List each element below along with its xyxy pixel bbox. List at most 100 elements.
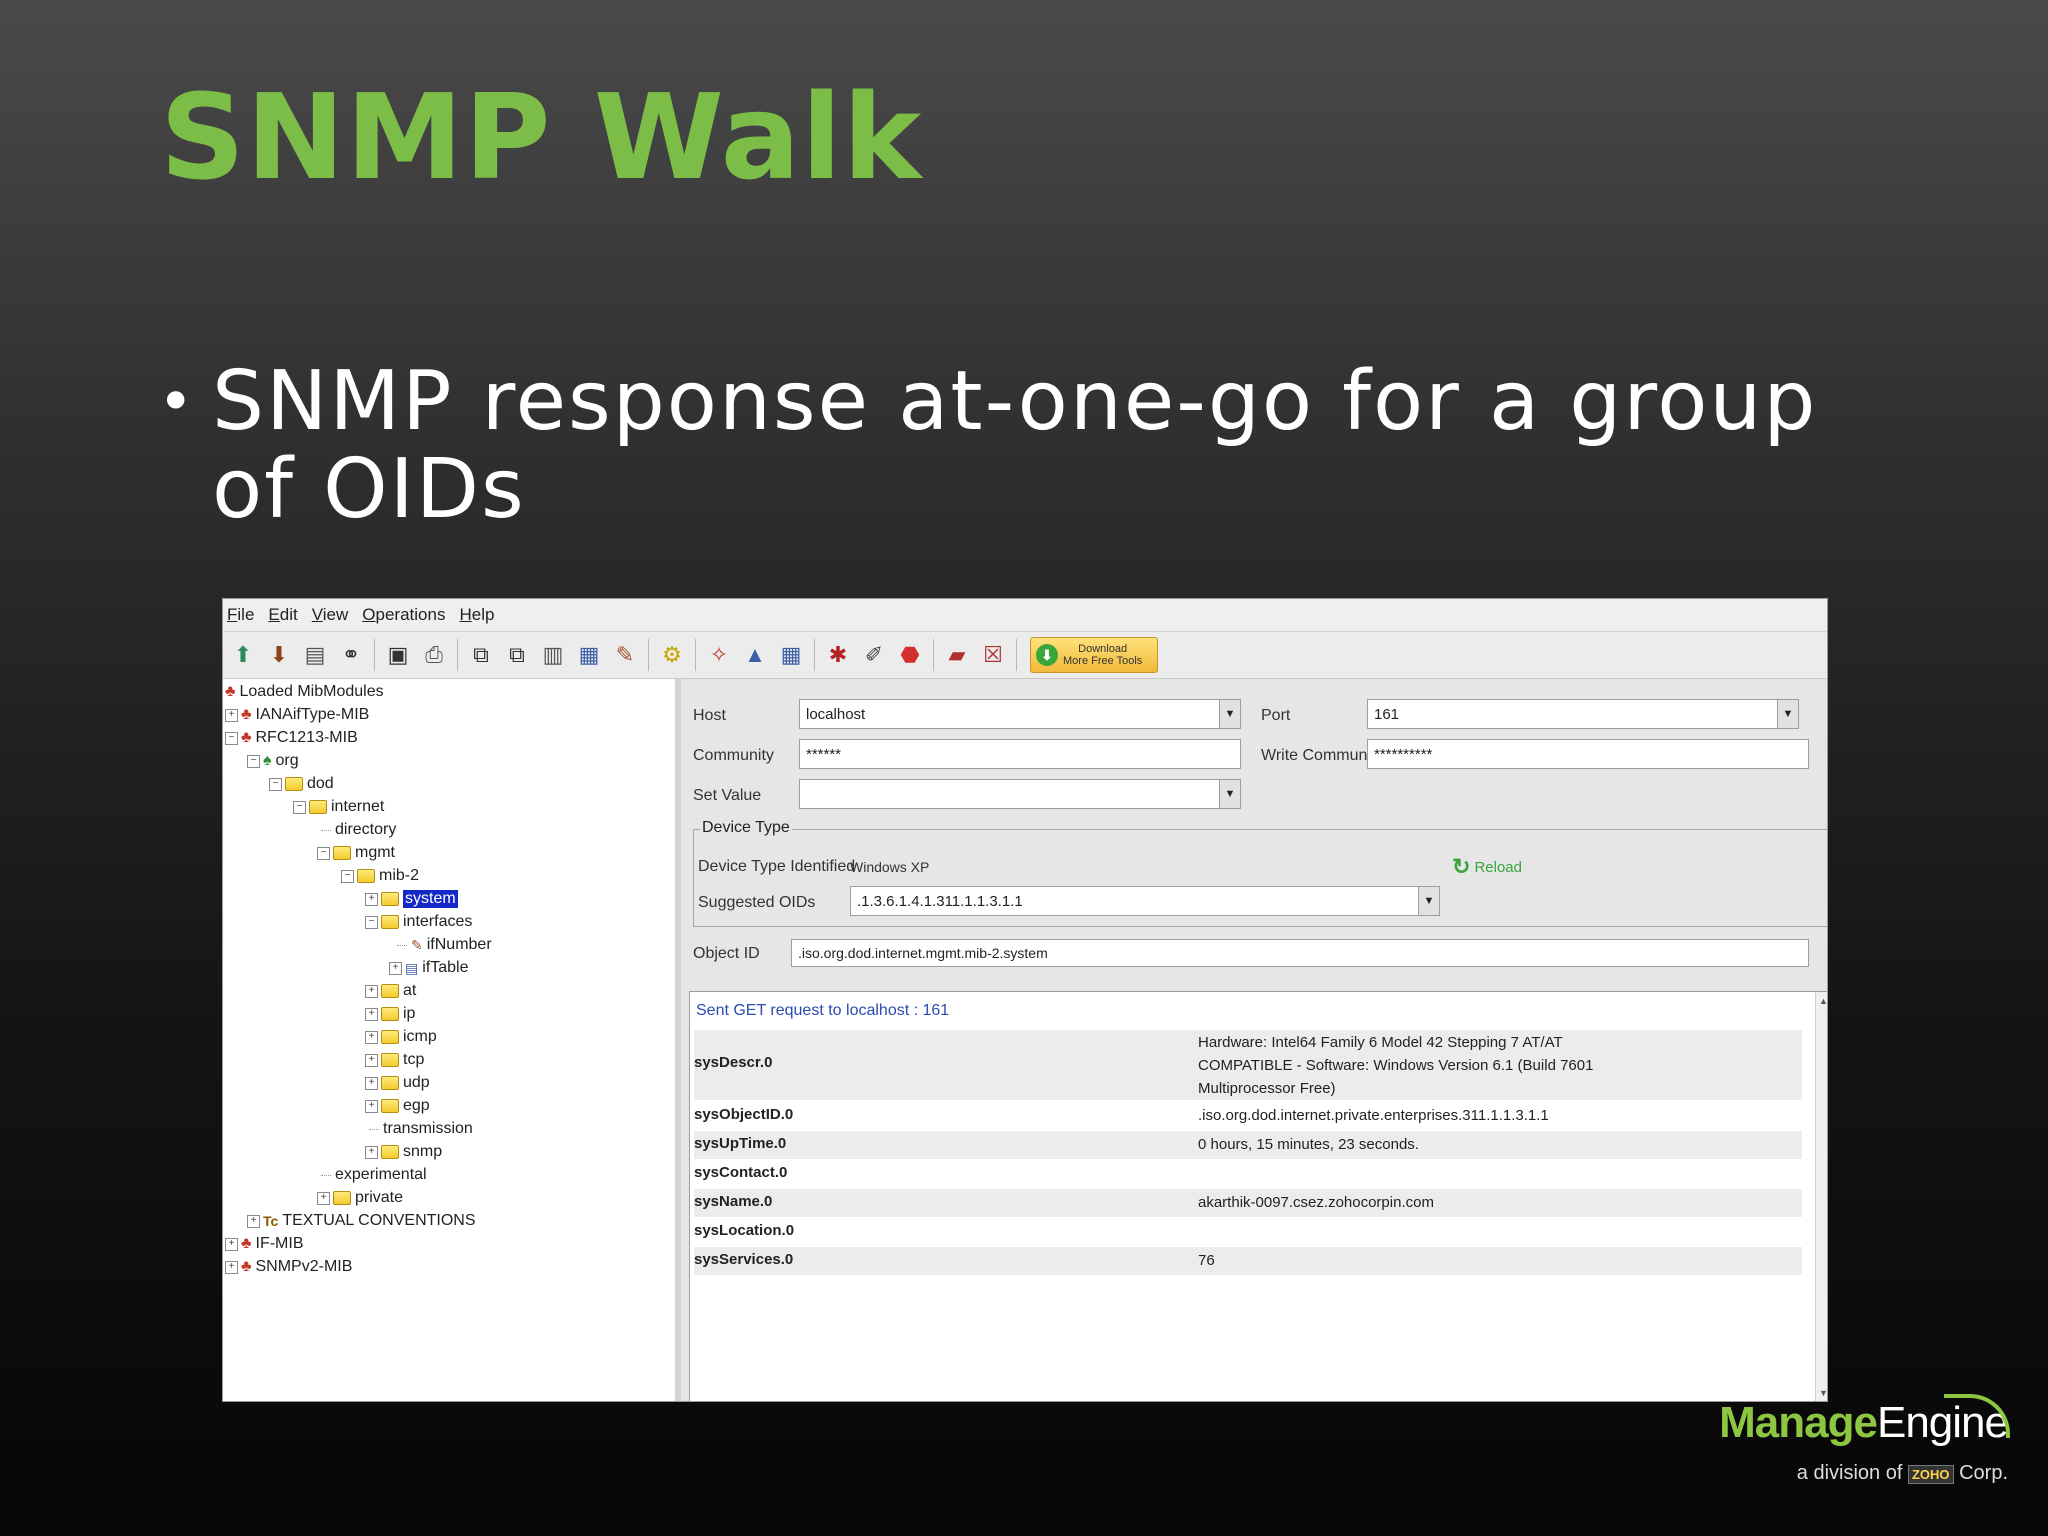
suggested-oids-combo[interactable]: .1.3.6.1.4.1.311.1.1.3.1.1 ▼ xyxy=(850,886,1440,916)
textual-convention-icon: Tc xyxy=(263,1213,279,1229)
menu-edit[interactable]: Edit xyxy=(268,605,297,625)
get-next-icon[interactable]: ⧉ xyxy=(502,640,532,670)
collapse-icon[interactable]: − xyxy=(293,800,306,814)
query-icon[interactable]: ✧ xyxy=(704,640,734,670)
find-icon[interactable]: ⚭ xyxy=(336,640,366,670)
tree-item-internet[interactable]: − internet xyxy=(293,796,384,818)
tree-item-transmission[interactable]: transmission xyxy=(369,1118,473,1140)
tree-item-dod[interactable]: − dod xyxy=(269,773,334,795)
tree-item-snmp[interactable]: + snmp xyxy=(365,1141,442,1163)
scroll-up-icon[interactable]: ▲ xyxy=(1819,996,1827,1006)
tree-item-directory[interactable]: directory xyxy=(321,819,396,841)
tree-item-rfc1213-mib[interactable]: − ♣ RFC1213-MIB xyxy=(225,727,358,749)
tree-item-iftable[interactable]: + ▤ ifTable xyxy=(389,957,468,979)
tree-item-ianaiftype-mib[interactable]: + ♣ IANAifType-MIB xyxy=(225,704,369,726)
tree-item-org[interactable]: − ♠ org xyxy=(247,750,299,772)
download-free-tools-button[interactable]: ⬇ Download More Free Tools xyxy=(1030,637,1158,673)
scroll-down-icon[interactable]: ▼ xyxy=(1819,1388,1827,1398)
tree-item-label: at xyxy=(403,982,417,999)
tree-item-snmpv2-mib[interactable]: + ♣ SNMPv2-MIB xyxy=(225,1256,352,1278)
host-combo[interactable]: localhost ▼ xyxy=(799,699,1241,729)
print-icon[interactable]: ⎙ xyxy=(419,640,449,670)
tree-item-if-mib[interactable]: + ♣ IF-MIB xyxy=(225,1233,304,1255)
results-scrollbar[interactable]: ▲ ▼ xyxy=(1815,992,1827,1401)
port-combo[interactable]: 161 ▼ xyxy=(1367,699,1799,729)
tree-item-mib-2[interactable]: − mib-2 xyxy=(341,865,419,887)
brand-manage: Manage xyxy=(1719,1398,1878,1447)
tree-item-icmp[interactable]: + icmp xyxy=(365,1026,437,1048)
request-panel: Host localhost ▼ Port 161 ▼ Community **… xyxy=(681,679,1827,1401)
expand-icon[interactable]: + xyxy=(365,1053,378,1067)
help-book-icon[interactable]: ▰ xyxy=(942,640,972,670)
expand-icon[interactable]: + xyxy=(365,984,378,998)
tree-item-udp[interactable]: + udp xyxy=(365,1072,430,1094)
exit-icon[interactable]: ☒ xyxy=(978,640,1008,670)
set-value-combo[interactable]: ▼ xyxy=(799,779,1241,809)
expand-icon[interactable]: + xyxy=(365,1099,378,1113)
result-key: sysLocation.0 xyxy=(694,1222,795,1239)
menu-help[interactable]: Help xyxy=(459,605,494,625)
expand-icon[interactable]: + xyxy=(225,708,238,722)
tree-item-egp[interactable]: + egp xyxy=(365,1095,430,1117)
suggested-oids-value: .1.3.6.1.4.1.311.1.1.3.1.1 xyxy=(857,892,1023,910)
unload-mib-icon[interactable]: ⬇ xyxy=(264,640,294,670)
menu-file[interactable]: File xyxy=(227,605,254,625)
expand-icon[interactable]: + xyxy=(365,1076,378,1090)
collapse-icon[interactable]: − xyxy=(317,846,330,860)
edit-icon[interactable]: ✐ xyxy=(859,640,889,670)
tree-item-ip[interactable]: + ip xyxy=(365,1003,415,1025)
tree-item-mgmt[interactable]: − mgmt xyxy=(317,842,395,864)
set-icon[interactable]: ▦ xyxy=(574,640,604,670)
tree-root[interactable]: ♣ Loaded MibModules xyxy=(225,681,384,703)
collapse-icon[interactable]: − xyxy=(247,754,260,768)
collapse-icon[interactable]: − xyxy=(365,915,378,929)
stop-icon[interactable]: ⬣ xyxy=(895,640,925,670)
load-mib-icon[interactable]: ⬆ xyxy=(228,640,258,670)
collapse-icon[interactable]: − xyxy=(341,869,354,883)
tree-item-tcp[interactable]: + tcp xyxy=(365,1049,424,1071)
debug-icon[interactable]: ✱ xyxy=(823,640,853,670)
line-graph-icon[interactable]: ▲ xyxy=(740,640,770,670)
expand-icon[interactable]: + xyxy=(247,1214,260,1228)
community-field[interactable]: ****** xyxy=(799,739,1241,769)
collapse-icon[interactable]: − xyxy=(269,777,282,791)
host-label: Host xyxy=(693,707,726,724)
toolbar-separator xyxy=(374,639,375,671)
menu-operations[interactable]: Operations xyxy=(362,605,445,625)
mib-properties-icon[interactable]: ▤ xyxy=(300,640,330,670)
tree-item-interfaces[interactable]: − interfaces xyxy=(365,911,472,933)
menu-view[interactable]: View xyxy=(312,605,349,625)
chevron-down-icon[interactable]: ▼ xyxy=(1418,887,1439,915)
expand-icon[interactable]: + xyxy=(365,1145,378,1159)
expand-icon[interactable]: + xyxy=(365,892,378,906)
object-id-field[interactable]: .iso.org.dod.internet.mgmt.mib-2.system xyxy=(791,939,1809,967)
tree-item-private[interactable]: + private xyxy=(317,1187,403,1209)
tree-connector xyxy=(369,1128,379,1130)
chevron-down-icon[interactable]: ▼ xyxy=(1219,700,1240,728)
expand-icon[interactable]: + xyxy=(365,1030,378,1044)
expand-icon[interactable]: + xyxy=(389,961,402,975)
table-view-icon[interactable]: ▦ xyxy=(776,640,806,670)
tree-item-textual-conventions[interactable]: + Tc TEXTUAL CONVENTIONS xyxy=(247,1210,476,1232)
tree-item-at[interactable]: + at xyxy=(365,980,416,1002)
chevron-down-icon[interactable]: ▼ xyxy=(1219,780,1240,808)
settings-icon[interactable]: ⚙ xyxy=(657,640,687,670)
save-icon[interactable]: ▣ xyxy=(383,640,413,670)
trap-icon[interactable]: ✎ xyxy=(610,640,640,670)
tree-item-label: udp xyxy=(403,1074,430,1091)
bullet-text: SNMP response at-one-go for a group of O… xyxy=(212,354,1818,537)
collapse-icon[interactable]: − xyxy=(225,731,238,745)
get-bulk-icon[interactable]: ▥ xyxy=(538,640,568,670)
expand-icon[interactable]: + xyxy=(225,1260,238,1274)
tree-item-experimental[interactable]: experimental xyxy=(321,1164,427,1186)
write-community-field[interactable]: ********** xyxy=(1367,739,1809,769)
reload-button[interactable]: ↻ Reload xyxy=(1452,854,1522,880)
tree-item-label: ifTable xyxy=(422,959,469,976)
get-icon[interactable]: ⧉ xyxy=(466,640,496,670)
expand-icon[interactable]: + xyxy=(225,1237,238,1251)
tree-item-ifnumber[interactable]: ✎ ifNumber xyxy=(397,934,492,956)
expand-icon[interactable]: + xyxy=(365,1007,378,1021)
expand-icon[interactable]: + xyxy=(317,1191,330,1205)
tree-item-system[interactable]: + system xyxy=(365,888,458,910)
chevron-down-icon[interactable]: ▼ xyxy=(1777,700,1798,728)
